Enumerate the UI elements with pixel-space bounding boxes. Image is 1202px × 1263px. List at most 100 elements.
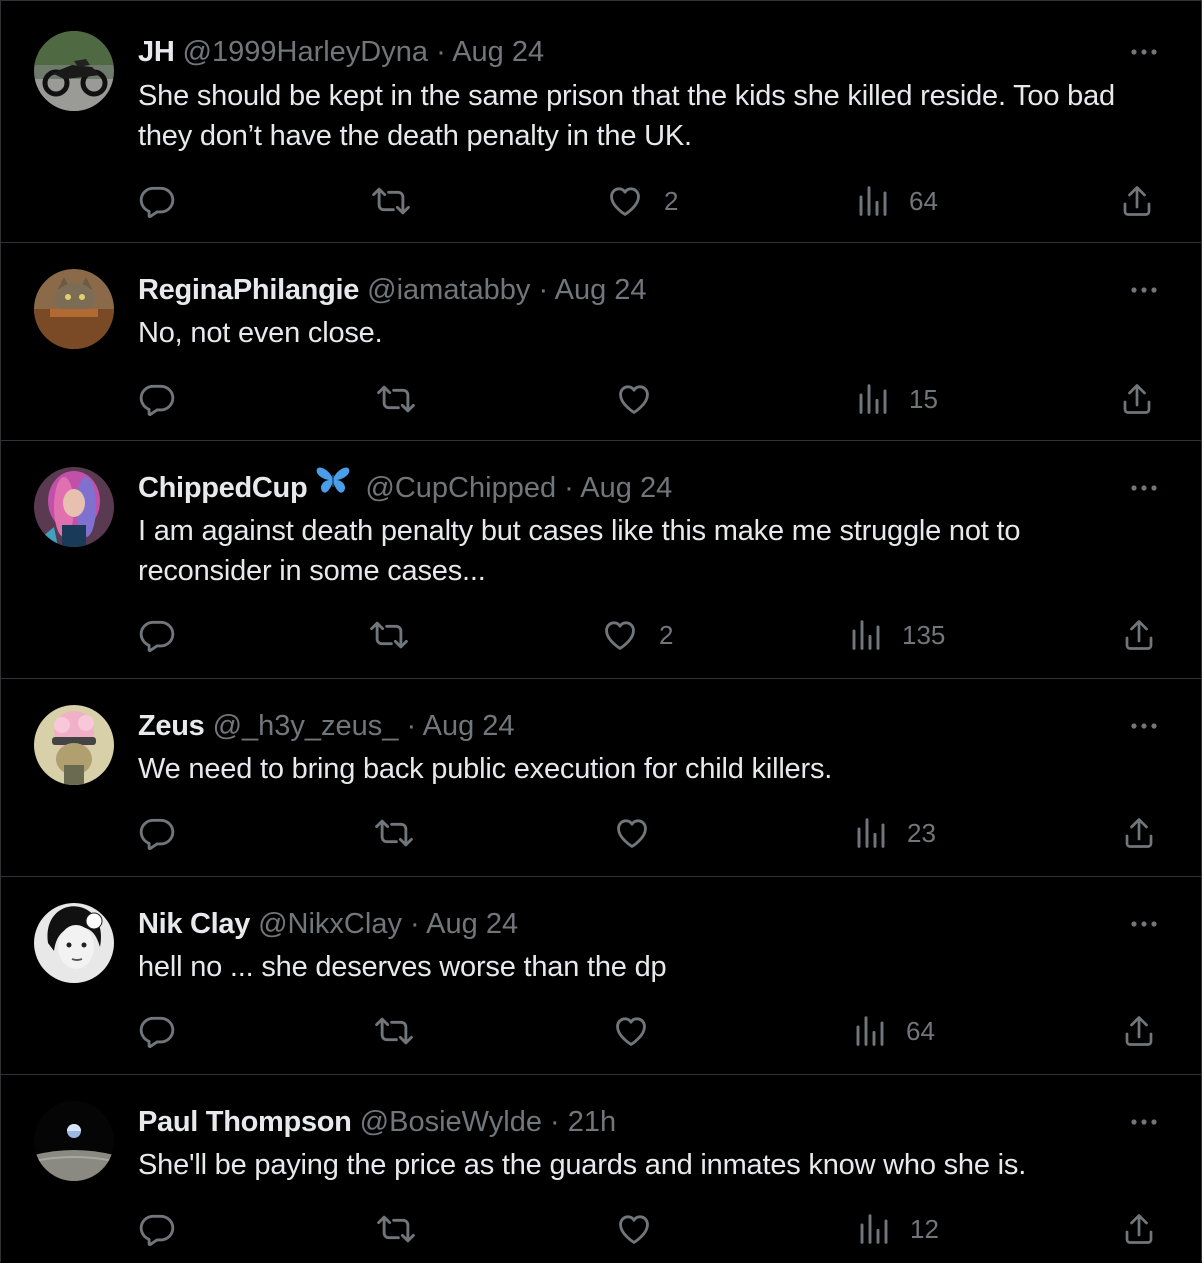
more-options-icon[interactable] — [1127, 35, 1161, 69]
heart-icon — [616, 1017, 646, 1046]
more-options-icon[interactable] — [1127, 273, 1161, 307]
action-bar: 23 — [1, 813, 1201, 853]
views-button[interactable]: 135 — [850, 615, 945, 655]
avatar[interactable] — [34, 1101, 114, 1181]
like-button[interactable] — [612, 1011, 650, 1051]
tweet[interactable]: Nik Clay @NikxClay · Aug 24 hell no ... … — [1, 877, 1201, 1075]
user-handle[interactable]: @CupChipped — [365, 472, 556, 504]
share-button[interactable] — [1119, 379, 1155, 419]
motorcycle-avatar — [34, 31, 114, 111]
display-name[interactable]: JH — [138, 36, 175, 68]
views-button[interactable]: 12 — [858, 1209, 939, 1249]
tweet[interactable]: JH @1999HarleyDyna · Aug 24 She should b… — [1, 1, 1201, 243]
retweet-button[interactable] — [374, 813, 414, 853]
reply-feed: JH @1999HarleyDyna · Aug 24 She should b… — [0, 0, 1202, 1262]
timestamp[interactable]: 21h — [568, 1106, 616, 1138]
avatar[interactable] — [34, 31, 114, 111]
views-icon — [856, 1016, 884, 1046]
tweet-text: She should be kept in the same prison th… — [138, 80, 1115, 152]
share-button[interactable] — [1121, 813, 1157, 853]
like-count: 2 — [659, 619, 674, 650]
retweet-icon — [375, 1017, 413, 1045]
avatar[interactable] — [34, 903, 114, 983]
share-button[interactable] — [1121, 1209, 1157, 1249]
timestamp[interactable]: Aug 24 — [426, 908, 518, 940]
reply-button[interactable] — [138, 1209, 176, 1249]
separator-dot: · — [436, 36, 446, 68]
separator-dot: · — [550, 1106, 560, 1138]
views-icon — [859, 384, 887, 414]
view-count: 64 — [906, 1015, 935, 1046]
display-name[interactable]: Zeus — [138, 710, 205, 742]
portrait-avatar — [34, 903, 114, 983]
tweet-text: I am against death penalty but cases lik… — [138, 515, 1021, 587]
reply-icon — [139, 620, 175, 653]
tweet[interactable]: ChippedCup @CupChipped · Aug 24 I am aga… — [1, 441, 1201, 679]
more-options-icon[interactable] — [1127, 1105, 1161, 1139]
retweet-button[interactable] — [374, 1011, 414, 1051]
user-handle[interactable]: @iamatabby — [367, 274, 530, 306]
heart-icon — [605, 621, 635, 650]
views-icon — [859, 186, 887, 216]
retweet-button[interactable] — [369, 615, 409, 655]
heart-icon — [619, 1215, 649, 1244]
reply-button[interactable] — [138, 379, 176, 419]
reply-button[interactable] — [138, 1011, 176, 1051]
timestamp[interactable]: Aug 24 — [580, 472, 672, 504]
user-handle[interactable]: @BosieWylde — [360, 1106, 542, 1138]
display-name[interactable]: ReginaPhilangie — [138, 274, 359, 306]
tweet[interactable]: Paul Thompson @BosieWylde · 21h She'll b… — [1, 1075, 1201, 1263]
tweet[interactable]: Zeus @_h3y_zeus_ · Aug 24 We need to bri… — [1, 679, 1201, 877]
share-button[interactable] — [1119, 181, 1155, 221]
tweet-header: ReginaPhilangie @iamatabby · Aug 24 — [138, 267, 647, 313]
user-handle[interactable]: @1999HarleyDyna — [183, 36, 428, 68]
views-button[interactable]: 64 — [857, 181, 938, 221]
share-button[interactable] — [1121, 615, 1157, 655]
timestamp[interactable]: Aug 24 — [555, 274, 647, 306]
action-bar: 12 — [1, 1209, 1201, 1249]
display-name[interactable]: Nik Clay — [138, 908, 250, 940]
like-button[interactable]: 2 — [606, 181, 678, 221]
views-button[interactable]: 15 — [857, 379, 938, 419]
views-icon — [852, 620, 880, 650]
user-handle[interactable]: @NikxClay — [258, 908, 402, 940]
view-count: 64 — [909, 185, 938, 216]
tweet-header: JH @1999HarleyDyna · Aug 24 — [138, 29, 544, 75]
heart-icon — [619, 385, 649, 414]
share-button[interactable] — [1121, 1011, 1157, 1051]
like-button[interactable] — [615, 1209, 653, 1249]
tweet-text: No, not even close. — [138, 317, 383, 349]
retweet-icon — [372, 187, 410, 215]
more-options-icon[interactable] — [1127, 709, 1161, 743]
display-name[interactable]: Paul Thompson — [138, 1106, 352, 1138]
tweet-text: She'll be paying the price as the guards… — [138, 1149, 1027, 1181]
avatar[interactable] — [34, 467, 114, 547]
retweet-button[interactable] — [376, 1209, 416, 1249]
user-handle[interactable]: @_h3y_zeus_ — [213, 710, 399, 742]
tweet-header: ChippedCup @CupChipped · Aug 24 — [138, 465, 672, 511]
more-options-icon[interactable] — [1127, 471, 1161, 505]
views-button[interactable]: 64 — [854, 1011, 935, 1051]
avatar[interactable] — [34, 705, 114, 785]
tabby-cat-avatar — [34, 269, 114, 349]
tweet-text: We need to bring back public execution f… — [138, 753, 833, 785]
views-button[interactable]: 23 — [855, 813, 936, 853]
more-options-icon[interactable] — [1127, 907, 1161, 941]
retweet-icon — [377, 385, 415, 413]
share-icon — [1125, 620, 1153, 650]
timestamp[interactable]: Aug 24 — [423, 710, 515, 742]
like-button[interactable] — [613, 813, 651, 853]
reply-button[interactable] — [138, 813, 176, 853]
reply-button[interactable] — [138, 615, 176, 655]
timestamp[interactable]: Aug 24 — [452, 36, 544, 68]
like-button[interactable] — [615, 379, 653, 419]
reply-button[interactable] — [138, 181, 176, 221]
like-button[interactable]: 2 — [601, 615, 673, 655]
avatar[interactable] — [34, 269, 114, 349]
display-name[interactable]: ChippedCup — [138, 472, 308, 504]
retweet-button[interactable] — [371, 181, 411, 221]
retweet-button[interactable] — [376, 379, 416, 419]
reply-icon — [139, 818, 175, 851]
cartoon-character-avatar — [34, 705, 114, 785]
tweet[interactable]: ReginaPhilangie @iamatabby · Aug 24 No, … — [1, 243, 1201, 441]
